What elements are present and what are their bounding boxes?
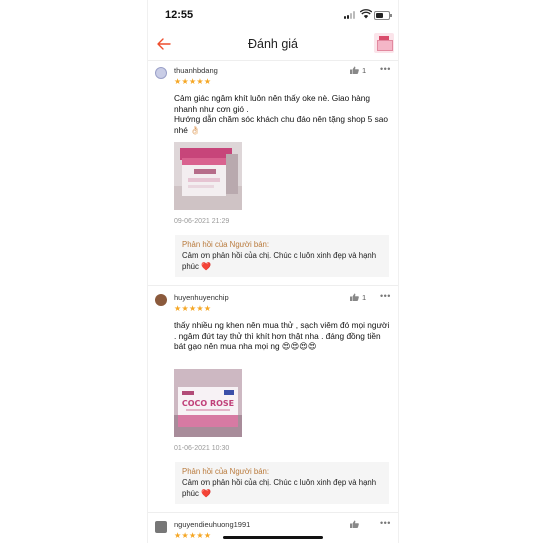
product-box-photo: COCO ROSE — [174, 369, 242, 437]
more-dots-icon[interactable]: • • • — [380, 291, 391, 301]
status-time: 12:55 — [165, 9, 194, 21]
like-count: 1 — [362, 66, 367, 75]
review-photo[interactable]: COCO ROSE — [174, 369, 242, 437]
like-button[interactable] — [350, 520, 362, 529]
product-thumbnail[interactable] — [374, 33, 394, 53]
seller-reply-text: Cảm ơn phản hồi của chị. Chúc c luôn xin… — [182, 251, 377, 271]
review-comment: thấy nhiều ng khen nên mua thử , sạch vi… — [174, 320, 392, 351]
divider — [148, 512, 398, 513]
avatar[interactable] — [155, 67, 167, 79]
rating-stars: ★★★★★ — [174, 304, 212, 313]
heart-icon: ❤️ — [201, 488, 212, 498]
seller-reply: Phản hồi của Người bán: Cảm ơn phản hồi … — [175, 462, 389, 504]
reviewer-name[interactable]: nguyendieuhuong1991 — [174, 520, 250, 529]
review-comment: Cảm giác ngâm khít luôn nên thấy oke nè.… — [174, 93, 388, 135]
heart-icon: ❤️ — [201, 261, 212, 271]
seller-reply-text: Cảm ơn phản hồi của chị. Chúc c luôn xin… — [182, 478, 377, 498]
more-dots-icon[interactable]: • • • — [380, 518, 391, 528]
thumb-up-icon — [350, 293, 359, 301]
like-button[interactable]: 1 — [350, 66, 366, 75]
review-date: 01-06-2021 10:30 — [174, 445, 230, 452]
review-date: 09-06-2021 21:29 — [174, 218, 230, 225]
thumb-up-icon — [350, 520, 359, 528]
like-button[interactable]: 1 — [350, 293, 366, 302]
like-count: 1 — [362, 293, 367, 302]
photo-brand-text: COCO ROSE — [182, 399, 234, 408]
wifi-icon — [360, 9, 372, 19]
home-indicator[interactable] — [223, 536, 323, 539]
avatar[interactable] — [155, 521, 167, 533]
more-dots-icon[interactable]: • • • — [380, 64, 391, 74]
divider — [148, 285, 398, 286]
rating-stars: ★★★★★ — [174, 77, 212, 86]
page-title: Đánh giá — [247, 37, 299, 51]
seller-reply-label: Phản hồi của Người bán: — [182, 240, 270, 249]
seller-reply-label: Phản hồi của Người bán: — [182, 467, 270, 476]
battery-icon — [374, 11, 392, 20]
seller-reply: Phản hồi của Người bán: Cảm ơn phản hồi … — [175, 235, 389, 277]
reviewer-name[interactable]: huyenhuyenchip — [174, 293, 229, 302]
status-bar: 12:55 — [148, 0, 398, 28]
signal-icon — [344, 11, 358, 19]
reviewer-name[interactable]: thuanhbdang — [174, 66, 218, 75]
thumb-up-icon — [350, 66, 359, 74]
phone-screen: 12:55 Đánh giá thuanhbdang ★★★★★ 1 • • •… — [147, 0, 399, 543]
rating-stars: ★★★★★ — [174, 531, 212, 540]
review-photo[interactable] — [174, 142, 242, 210]
avatar[interactable] — [155, 294, 167, 306]
page-header: Đánh giá — [148, 28, 398, 61]
product-box-photo — [174, 142, 242, 210]
